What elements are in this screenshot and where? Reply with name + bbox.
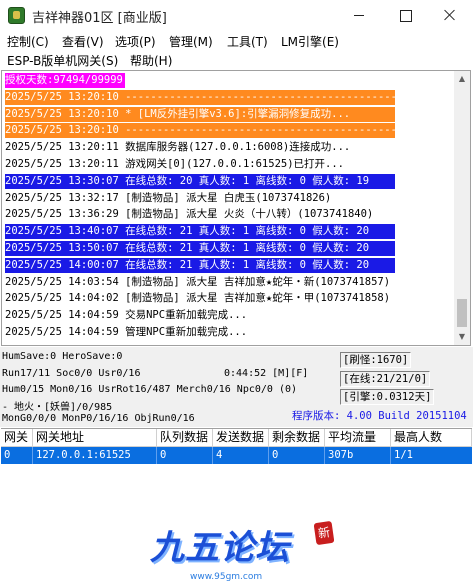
watermark-title: 九五论坛 (150, 528, 290, 568)
log-line: 2025/5/25 13:20:10 * [LM反外挂引擎v3.6]:引擎漏洞修… (5, 106, 395, 122)
log-line: 2025/5/25 13:30:07 在线总数: 20 真人数: 1 离线数: … (5, 173, 395, 189)
log-scrollbar[interactable]: ▲ ▼ (454, 71, 470, 345)
col-queue-data[interactable]: 队列数据 (157, 429, 213, 447)
minimize-button[interactable] (336, 0, 382, 30)
log-line: 2025/5/25 14:04:02 [制造物品] 派大星 吉祥加意★蛇年・甲(… (5, 292, 391, 305)
log-line: 2025/5/25 14:03:54 [制造物品] 派大星 吉祥加意★蛇年・新(… (5, 275, 391, 288)
log-line: 2025/5/25 14:04:59 交易NPC重新加载完成... (5, 309, 248, 322)
log-line: 2025/5/25 13:20:10 ---------------------… (5, 89, 410, 105)
log-panel[interactable]: 授权天数:97494/99999 2025/5/25 13:20:10 -----… (1, 70, 471, 346)
scroll-up-arrow-icon[interactable]: ▲ (454, 71, 470, 87)
scroll-thumb[interactable] (457, 299, 467, 327)
status-run: Run17/11 Soc0/0 Usr0/16 (2, 368, 141, 379)
cell-sent-data: 4 (213, 447, 269, 464)
log-line: 2025/5/25 13:36:29 [制造物品] 派大星 火炎（十八转）(10… (5, 208, 374, 221)
col-gateway-address[interactable]: 网关地址 (33, 429, 157, 447)
log-line: 2025/5/25 14:04:59 管理NPC重新加载完成... (5, 326, 248, 338)
cell-queue-data: 0 (157, 447, 213, 464)
status-panel: HumSave:0 HeroSave:0 Run17/11 Soc0/0 Usr… (0, 347, 473, 427)
col-remaining-data[interactable]: 剩余数据 (269, 429, 325, 447)
menu-control[interactable]: 控制(C) (7, 33, 49, 50)
log-line: 2025/5/25 13:20:10 ---------------------… (5, 123, 410, 139)
col-sent-data[interactable]: 发送数据 (213, 429, 269, 447)
forum-watermark-logo: 九五论坛 新 www.95gm.com (150, 520, 340, 586)
watermark-seal: 新 (313, 520, 335, 546)
col-max-users[interactable]: 最高人数 (391, 429, 472, 447)
log-line: 2025/5/25 13:20:11 游戏网关[0](127.0.0.1:615… (5, 158, 345, 170)
col-gateway[interactable]: 网关 (1, 429, 33, 447)
scroll-down-arrow-icon[interactable]: ▼ (454, 329, 470, 345)
title-bar: 吉祥神器01区 [商业版] (0, 0, 473, 30)
close-button[interactable] (427, 0, 473, 30)
cell-gateway: 0 (1, 447, 33, 464)
maximize-button[interactable] (382, 0, 428, 30)
col-average-traffic[interactable]: 平均流量 (325, 429, 391, 447)
status-clock: 0:44:52 [M][F] (224, 368, 309, 379)
program-version: 程序版本: 4.00 Build 20151104 (292, 410, 467, 422)
status-map: - 地火・[妖兽]/0/985 (2, 402, 113, 413)
log-line: 授权天数:97494/99999 (5, 73, 125, 88)
menu-options[interactable]: 选项(P) (115, 33, 156, 50)
log-line: 2025/5/25 13:20:11 数据库服务器(127.0.0.1:6008… (5, 141, 351, 154)
log-line: 2025/5/25 13:40:07 在线总数: 21 真人数: 1 离线数: … (5, 224, 395, 240)
status-hum: Hum0/15 Mon0/16 UsrRot16/487 Merch0/16 N… (2, 384, 298, 395)
refresh-monster-badge: [刷怪:1670] (340, 352, 412, 368)
status-save: HumSave:0 HeroSave:0 (2, 351, 123, 362)
menu-bar: 控制(C) 查看(V) 选项(P) 管理(M) 工具(T) LM引擎(E) ES… (0, 30, 473, 68)
log-line: 2025/5/25 13:50:07 在线总数: 21 真人数: 1 离线数: … (5, 241, 395, 256)
menu-esp-gateway[interactable]: ESP-B版单机网关(S) (7, 52, 118, 69)
cell-remaining-data: 0 (269, 447, 325, 464)
log-line: 2025/5/25 14:00:07 在线总数: 21 真人数: 1 离线数: … (5, 257, 395, 273)
cell-average-traffic: 307b (325, 447, 391, 464)
menu-lm-engine[interactable]: LM引擎(E) (281, 33, 339, 50)
menu-view[interactable]: 查看(V) (62, 33, 104, 50)
menu-help[interactable]: 帮助(H) (130, 52, 172, 69)
watermark-url: www.95gm.com (190, 572, 263, 582)
engine-days-badge: [引擎:0.0312天] (340, 389, 435, 405)
log-list: 授权天数:97494/99999 2025/5/25 13:20:10 -----… (2, 71, 454, 345)
table-row[interactable]: 0 127.0.0.1:61525 0 4 0 307b 1/1 (1, 447, 472, 464)
window-title: 吉祥神器01区 [商业版] (32, 11, 167, 26)
cell-gateway-address: 127.0.0.1:61525 (33, 447, 157, 464)
menu-manage[interactable]: 管理(M) (169, 33, 213, 50)
cell-max-users: 1/1 (394, 449, 413, 461)
app-icon (8, 7, 25, 24)
status-mon: MonG0/0/0 MonP0/16/16 ObjRun0/16 (2, 413, 195, 424)
menu-tools[interactable]: 工具(T) (227, 33, 268, 50)
log-line: 2025/5/25 13:32:17 [制造物品] 派大星 白虎玉(107374… (5, 191, 332, 204)
online-count-badge: [在线:21/21/0] (340, 371, 431, 387)
